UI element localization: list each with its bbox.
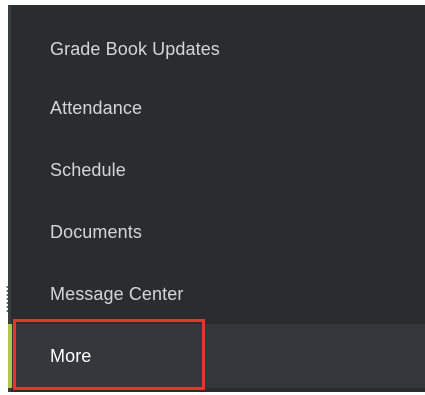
menu-item-message-center[interactable]: Message Center bbox=[11, 262, 425, 326]
navigation-menu: Grade Book Updates Attendance Schedule D… bbox=[8, 5, 425, 392]
menu-item-attendance[interactable]: Attendance bbox=[11, 76, 425, 140]
active-indicator bbox=[8, 324, 12, 388]
menu-item-grade-book-updates[interactable]: Grade Book Updates bbox=[11, 17, 425, 81]
screenshot-frame: Grade Book Updates Attendance Schedule D… bbox=[0, 0, 425, 395]
menu-item-label: Attendance bbox=[50, 97, 143, 118]
menu-item-schedule[interactable]: Schedule bbox=[11, 138, 425, 202]
menu-item-label: Schedule bbox=[50, 159, 126, 180]
menu-item-documents[interactable]: Documents bbox=[11, 200, 425, 264]
menu-item-label: Grade Book Updates bbox=[50, 38, 220, 59]
menu-item-label: More bbox=[50, 345, 92, 366]
menu-item-label: Message Center bbox=[50, 283, 184, 304]
menu-item-more[interactable]: More bbox=[8, 324, 425, 388]
menu-item-label: Documents bbox=[50, 221, 142, 242]
